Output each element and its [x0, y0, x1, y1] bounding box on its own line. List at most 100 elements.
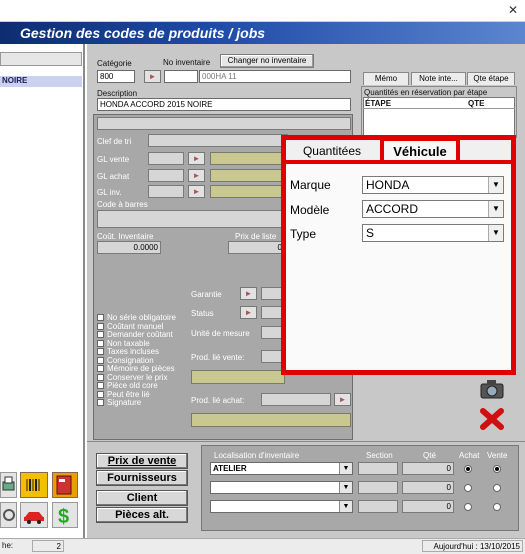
chevron-down-icon[interactable]: ▼: [339, 482, 352, 493]
no-inventaire-label: No inventaire: [163, 58, 211, 67]
left-list-header: [0, 52, 82, 66]
cout-inventaire-field[interactable]: 0.0000: [97, 241, 161, 254]
marque-dropdown-icon[interactable]: ▼: [488, 177, 503, 193]
prix-liste-label: Prix de liste: [235, 232, 277, 241]
section-field[interactable]: [358, 481, 398, 494]
checkbox[interactable]: [97, 314, 104, 322]
prod-lie-achat-field[interactable]: [261, 393, 331, 406]
vente-radio[interactable]: [493, 503, 501, 511]
type-select[interactable]: S ▼: [362, 224, 504, 242]
status-label: Status: [191, 309, 214, 318]
gl-vente-field[interactable]: [148, 152, 184, 165]
categorie-label: Catégorie: [97, 59, 132, 68]
gl-vente-lookup-icon[interactable]: ►: [188, 152, 205, 165]
qte-field[interactable]: 0: [402, 481, 454, 494]
left-list-selected-item[interactable]: NOIRE: [0, 76, 82, 87]
localisation-value: ATELIER: [213, 464, 247, 473]
categorie-lookup-icon[interactable]: ►: [144, 70, 161, 83]
chevron-down-icon[interactable]: ▼: [339, 501, 352, 512]
tab-vehicule[interactable]: Véhicule: [380, 137, 460, 160]
reservation-label: Quantités en réservation par étape: [364, 88, 488, 97]
garantie-lookup-icon[interactable]: ►: [240, 287, 257, 300]
blank-field[interactable]: [97, 117, 351, 130]
section-field[interactable]: [358, 462, 398, 475]
vente-header: Vente: [487, 451, 508, 460]
prix-vente-button[interactable]: Prix de vente: [96, 453, 188, 469]
vente-radio[interactable]: [493, 484, 501, 492]
cout-inventaire-label: Coût. Inventaire: [97, 232, 154, 241]
prix-liste-field[interactable]: 0: [228, 241, 285, 254]
gl-inv-desc-field: [210, 185, 285, 198]
achat-header: Achat: [459, 451, 480, 460]
checkbox[interactable]: [97, 348, 104, 356]
vente-radio[interactable]: [493, 465, 501, 473]
exit-icon[interactable]: [52, 472, 78, 498]
prod-lie-vente-desc: [191, 370, 285, 384]
qte-field[interactable]: 0: [402, 462, 454, 475]
section-field[interactable]: [358, 500, 398, 513]
search-part-icon[interactable]: [0, 502, 17, 528]
checkbox[interactable]: [97, 365, 104, 373]
type-dropdown-icon[interactable]: ▼: [488, 225, 503, 241]
no-inventaire-prefix-field[interactable]: [164, 70, 198, 83]
gl-achat-lookup-icon[interactable]: ►: [188, 169, 205, 182]
type-value: S: [366, 226, 375, 240]
localisation-select[interactable]: ▼: [210, 500, 353, 513]
localisation-select[interactable]: ▼: [210, 481, 353, 494]
camera-icon[interactable]: [478, 376, 506, 402]
dollar-icon[interactable]: $: [52, 502, 78, 528]
pieces-alt-button[interactable]: Pièces alt.: [96, 507, 188, 523]
banner: Gestion des codes de produits / jobs: [0, 22, 525, 44]
code-barres-field[interactable]: [97, 210, 285, 228]
gl-inv-field[interactable]: [148, 185, 184, 198]
localisation-header: Localisation d'inventaire: [214, 451, 300, 460]
gl-inv-lookup-icon[interactable]: ►: [188, 185, 205, 198]
page-title: Gestion des codes de produits / jobs: [20, 25, 266, 41]
modele-value: ACCORD: [366, 202, 419, 216]
client-button[interactable]: Client: [96, 490, 188, 506]
checkbox-row[interactable]: Signature: [97, 398, 189, 408]
prod-lie-achat-lookup-icon[interactable]: ►: [334, 393, 351, 406]
fournisseurs-button[interactable]: Fournisseurs: [96, 470, 188, 486]
delete-icon[interactable]: [478, 406, 506, 432]
checkbox[interactable]: [97, 399, 104, 407]
qte-field[interactable]: 0: [402, 500, 454, 513]
checkbox[interactable]: [97, 356, 104, 364]
printer-icon[interactable]: [0, 472, 17, 498]
status-count: 2: [32, 540, 64, 552]
checkbox[interactable]: [97, 390, 104, 398]
tab-note-interne[interactable]: Note inte...: [411, 72, 466, 85]
status-lookup-icon[interactable]: ►: [240, 306, 257, 319]
checkbox[interactable]: [97, 331, 104, 339]
achat-radio[interactable]: [464, 484, 472, 492]
table-header-divider: [363, 108, 515, 109]
checkbox[interactable]: [97, 382, 104, 390]
gl-achat-field[interactable]: [148, 169, 184, 182]
modele-select[interactable]: ACCORD ▼: [362, 200, 504, 218]
change-inventaire-button[interactable]: Changer no inventaire: [220, 54, 314, 68]
checkbox[interactable]: [97, 322, 104, 330]
marque-select[interactable]: HONDA ▼: [362, 176, 504, 194]
achat-radio[interactable]: [464, 465, 472, 473]
checkbox[interactable]: [97, 339, 104, 347]
description-field[interactable]: HONDA ACCORD 2015 NOIRE: [97, 98, 351, 111]
tab-quantites[interactable]: Quantitées: [286, 142, 378, 160]
tab-qte-etape[interactable]: Qte étape: [467, 72, 515, 85]
localisation-select[interactable]: ATELIER ▼: [210, 462, 353, 475]
status-left-label: he:: [2, 541, 14, 550]
checkbox-label: Signature: [107, 398, 142, 407]
categorie-field[interactable]: 800: [97, 70, 135, 83]
barcode-icon[interactable]: [20, 472, 48, 498]
tab-memo[interactable]: Mémo: [363, 72, 409, 85]
clef-tri-label: Clef de tri: [97, 137, 132, 146]
achat-radio[interactable]: [464, 503, 472, 511]
modele-dropdown-icon[interactable]: ▼: [488, 201, 503, 217]
no-inventaire-field[interactable]: 000HA 11: [199, 70, 351, 83]
car-icon[interactable]: [20, 502, 48, 528]
chevron-down-icon[interactable]: ▼: [339, 463, 352, 474]
left-list-pane[interactable]: [0, 44, 85, 538]
close-icon[interactable]: ✕: [507, 3, 519, 17]
checkbox[interactable]: [97, 373, 104, 381]
prod-lie-achat-desc: [191, 413, 351, 427]
clef-tri-field[interactable]: [148, 134, 288, 147]
